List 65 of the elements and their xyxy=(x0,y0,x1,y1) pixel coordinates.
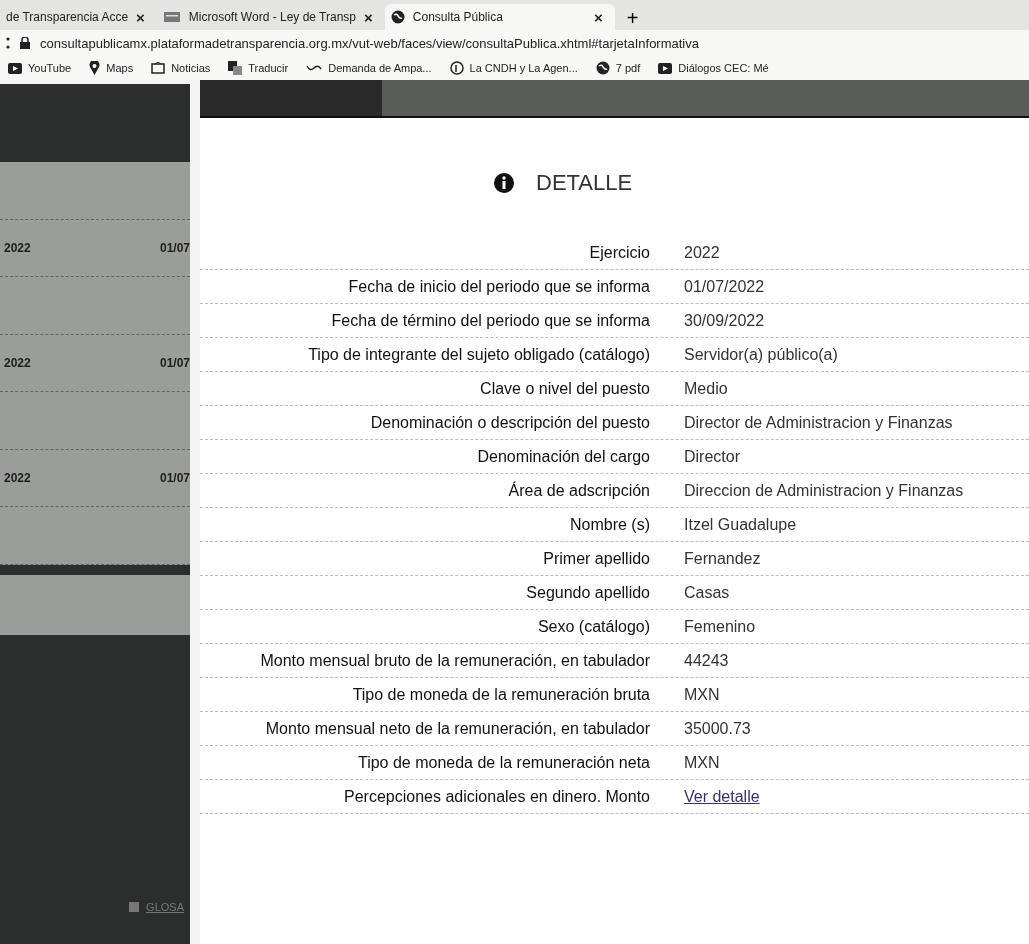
field-value: Servidor(a) público(a) xyxy=(684,345,839,364)
field-label: Clave o nivel del puesto xyxy=(479,379,650,398)
bookmark[interactable]: Maps xyxy=(89,61,134,75)
field-value: Casas xyxy=(684,583,731,602)
field-value: Direccion de Administracion y Finanzas xyxy=(684,481,965,500)
browser-tab[interactable]: Consulta Pública × xyxy=(384,4,615,30)
video-icon xyxy=(8,62,22,74)
field-value: Director xyxy=(684,447,741,466)
field-label: Monto mensual bruto de la remuneración, en tabulador xyxy=(259,651,650,670)
bookmark[interactable]: Diálogos CEC: Mé xyxy=(658,62,769,74)
year-cell: 2022 xyxy=(4,471,31,485)
field-value: MXN xyxy=(684,685,721,704)
circle-icon xyxy=(449,61,464,75)
field-value: Medio xyxy=(684,379,729,398)
field-value: 44243 xyxy=(684,651,730,670)
field-label: Primer apellido xyxy=(542,549,650,568)
lock-icon xyxy=(20,37,30,49)
field-value: 2022 xyxy=(684,243,721,262)
newspaper-icon xyxy=(151,62,166,74)
video-icon xyxy=(658,62,673,74)
field-value: MXN xyxy=(684,753,721,772)
field-label: Denominación o descripción del puesto xyxy=(369,413,650,432)
bookmark[interactable]: Demanda de Ampa... xyxy=(306,62,432,74)
field-label: Tipo de integrante del sujeto obligado (catálogo) xyxy=(307,345,650,364)
translate-icon xyxy=(228,61,243,75)
modal-title: DETALLE xyxy=(536,170,633,196)
field-label: Área de adscripción xyxy=(507,481,650,500)
info-icon xyxy=(494,173,514,193)
wave-icon xyxy=(306,64,323,72)
bookmark[interactable]: Traducir xyxy=(228,61,289,75)
field-label: Tipo de moneda de la remuneración neta xyxy=(356,753,650,772)
field-value: Director de Administracion y Finanzas xyxy=(684,413,954,432)
field-value: Fernandez xyxy=(684,549,762,568)
document-icon xyxy=(162,11,181,23)
detail-link[interactable]: Ver detalle xyxy=(684,787,760,806)
date-cell: 01/07 xyxy=(159,356,190,370)
field-label: Sexo (catálogo) xyxy=(536,617,650,636)
field-value: 01/07/2022 xyxy=(684,277,766,296)
field-label: Percepciones adicionales en dinero. Monto xyxy=(343,787,650,806)
year-cell: 2022 xyxy=(4,241,31,255)
field-value: Itzel Guadalupe xyxy=(684,515,798,534)
book-icon xyxy=(128,901,141,913)
globe-icon xyxy=(390,10,405,24)
map-pin-icon xyxy=(89,61,101,75)
menu-icon[interactable] xyxy=(6,37,10,49)
date-cell: 01/07 xyxy=(159,471,190,485)
field-label: Segundo apellido xyxy=(525,583,650,602)
field-label: Ejercicio xyxy=(588,243,650,262)
year-cell: 2022 xyxy=(4,356,31,370)
field-value: 30/09/2022 xyxy=(684,311,766,330)
field-label: Nombre (s) xyxy=(569,515,650,534)
field-label: Fecha de término del periodo que se informa xyxy=(330,311,650,330)
field-label: Denominación del cargo xyxy=(476,447,650,466)
field-value: 35000.73 xyxy=(684,719,752,738)
field-label: Tipo de moneda de la remuneración bruta xyxy=(351,685,650,704)
new-tab-button[interactable]: + xyxy=(614,7,651,30)
globe-icon xyxy=(595,61,610,75)
bookmark[interactable]: 7 pdf xyxy=(595,61,641,75)
field-label: Monto mensual neto de la remuneración, en tabulador xyxy=(264,719,650,738)
field-label: Fecha de inicio del periodo que se informa xyxy=(347,277,650,296)
date-cell: 01/07 xyxy=(159,241,190,255)
bookmark[interactable]: Noticias xyxy=(151,62,211,74)
bookmark[interactable]: La CNDH y La Agen... xyxy=(449,61,578,75)
bookmark[interactable]: YouTube xyxy=(8,62,72,74)
field-value: Femenino xyxy=(684,617,757,636)
